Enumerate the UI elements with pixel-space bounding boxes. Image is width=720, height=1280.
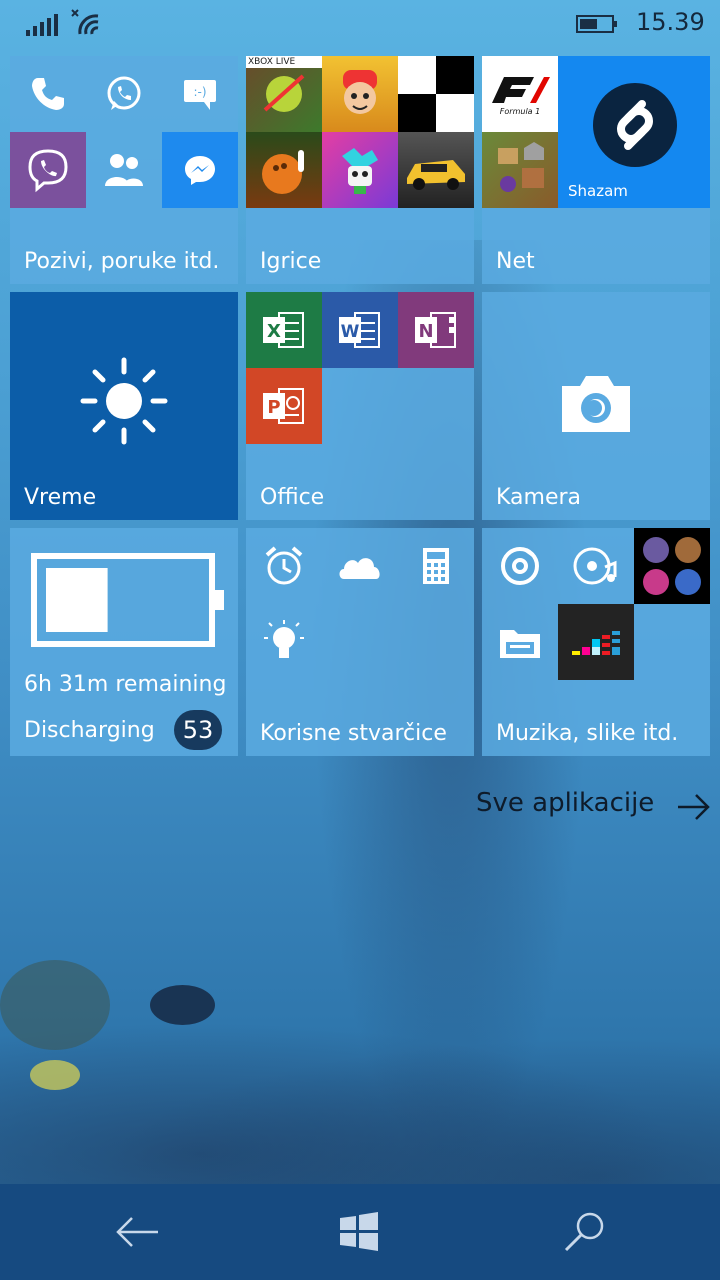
lightbulb-icon[interactable] bbox=[246, 604, 322, 680]
wallpaper-fish bbox=[30, 1060, 80, 1090]
shazam-label: Shazam bbox=[568, 182, 628, 200]
tile-label: Igrice bbox=[260, 249, 322, 274]
fruit-ninja-icon[interactable]: XBOX LIVE bbox=[246, 56, 322, 132]
onenote-icon[interactable]: N bbox=[398, 292, 474, 368]
onedrive-icon[interactable] bbox=[322, 528, 398, 604]
music-disc-icon[interactable] bbox=[558, 528, 634, 604]
wallpaper-turtle bbox=[0, 960, 110, 1050]
clock: 15.39 bbox=[636, 8, 705, 36]
f1-icon[interactable]: Formula 1 bbox=[482, 56, 558, 132]
album-art-icon[interactable] bbox=[634, 528, 710, 604]
svg-text:N: N bbox=[418, 321, 433, 342]
status-bar: 15.39 bbox=[0, 0, 720, 48]
battery-percent-badge: 53 bbox=[174, 710, 222, 750]
viber-icon[interactable] bbox=[10, 132, 86, 208]
clash-of-clans-icon[interactable] bbox=[482, 132, 558, 208]
bowling-icon[interactable] bbox=[246, 132, 322, 208]
tile-label: Pozivi, poruke itd. bbox=[24, 249, 220, 274]
signal-bars-icon bbox=[26, 14, 58, 36]
sun-icon bbox=[80, 357, 168, 445]
tile-battery[interactable]: 6h 31m remaining Discharging 53 bbox=[10, 528, 238, 756]
back-arrow-icon[interactable] bbox=[112, 1210, 160, 1254]
battery-icon bbox=[576, 15, 617, 33]
tile-utilities[interactable]: Korisne stvarčice bbox=[246, 528, 474, 756]
file-explorer-icon[interactable] bbox=[482, 604, 558, 680]
xbox-live-badge: XBOX LIVE bbox=[246, 56, 322, 68]
powerpoint-icon[interactable]: P bbox=[246, 368, 322, 444]
all-apps-link[interactable]: Sve aplikacije bbox=[476, 788, 654, 818]
battery-state: Discharging bbox=[24, 718, 155, 743]
word-icon[interactable]: W bbox=[322, 292, 398, 368]
tile-label: Vreme bbox=[24, 485, 97, 510]
messenger-icon[interactable] bbox=[162, 132, 238, 208]
arrow-right-icon[interactable] bbox=[676, 792, 710, 822]
battery-remaining: 6h 31m remaining bbox=[24, 672, 227, 697]
shazam-icon bbox=[593, 83, 677, 167]
svg-text::-): :-) bbox=[193, 85, 206, 99]
tile-net[interactable]: Formula 1 Shazam Net bbox=[482, 56, 710, 284]
wallpaper-fish bbox=[150, 985, 215, 1025]
tile-weather[interactable]: Vreme bbox=[10, 292, 238, 520]
messaging-icon[interactable]: :-) bbox=[162, 56, 238, 132]
svg-text:P: P bbox=[267, 397, 280, 418]
groove-music-icon[interactable] bbox=[482, 528, 558, 604]
search-icon[interactable] bbox=[560, 1210, 608, 1254]
phone-icon[interactable] bbox=[10, 56, 86, 132]
tile-communication[interactable]: :-) Pozivi, poruke itd. bbox=[10, 56, 238, 284]
shazam-tile[interactable]: Shazam bbox=[558, 56, 710, 208]
jump-game-icon[interactable] bbox=[322, 132, 398, 208]
subway-surfers-icon[interactable] bbox=[322, 56, 398, 132]
excel-letter: X bbox=[267, 321, 281, 342]
f1-text: Formula 1 bbox=[499, 106, 541, 116]
battery-level-icon bbox=[31, 553, 224, 647]
tile-label: Net bbox=[496, 249, 535, 274]
calculator-icon[interactable] bbox=[398, 528, 474, 604]
wifi-icon bbox=[71, 9, 99, 35]
whatsapp-icon[interactable] bbox=[86, 56, 162, 132]
alarm-clock-icon[interactable] bbox=[246, 528, 322, 604]
tile-office[interactable]: X W N P Office bbox=[246, 292, 474, 520]
navigation-bar bbox=[0, 1184, 720, 1280]
people-icon[interactable] bbox=[86, 132, 162, 208]
tile-label: Office bbox=[260, 485, 325, 510]
racing-car-icon[interactable] bbox=[398, 132, 474, 208]
tile-label: Kamera bbox=[496, 485, 582, 510]
tile-label: Muzika, slike itd. bbox=[496, 721, 679, 746]
excel-icon[interactable]: X bbox=[246, 292, 322, 368]
windows-logo-icon[interactable] bbox=[336, 1210, 384, 1254]
tile-games[interactable]: XBOX LIVE Igrice bbox=[246, 56, 474, 284]
svg-text:W: W bbox=[341, 322, 360, 342]
camera-icon bbox=[562, 376, 630, 432]
piano-tiles-icon[interactable] bbox=[398, 56, 474, 132]
tile-label: Korisne stvarčice bbox=[260, 721, 447, 746]
tile-camera[interactable]: Kamera bbox=[482, 292, 710, 520]
tile-media[interactable]: Muzika, slike itd. bbox=[482, 528, 710, 756]
deezer-icon[interactable] bbox=[558, 604, 634, 680]
